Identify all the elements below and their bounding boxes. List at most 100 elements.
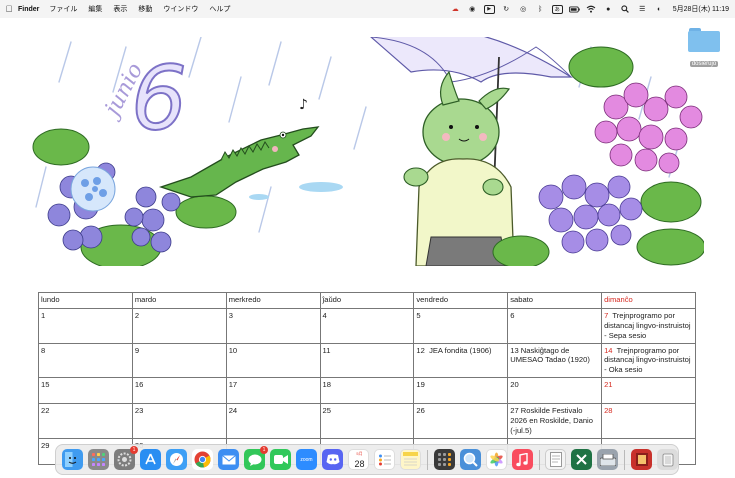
day-cell: 11 [319,342,415,379]
day-cell: 8 [38,342,133,379]
day-cell: 6 [507,308,603,344]
safari-icon[interactable] [166,449,187,470]
day-cell: 24 [225,403,321,439]
day-number: 10 [228,345,238,355]
day-cell: 10 [225,342,321,379]
battery-icon[interactable] [568,5,580,14]
day-number: 24 [228,406,238,416]
textedit-icon[interactable] [545,449,567,470]
calendar-icon-month: 5月 [356,451,363,456]
day-number: 29 [41,440,50,450]
calendar-icon[interactable]: 5月 28 [348,449,369,470]
day-cell: 13 Naskiĝtago de UMESAO Tadao (1920) [507,342,603,379]
day-number: 15 [41,380,50,390]
mail-icon[interactable] [218,449,239,470]
day-number: 14 [604,345,613,355]
menu-go[interactable]: 移動 [138,4,152,14]
system-settings-icon[interactable]: 1 [114,446,138,470]
day-cell: 27 Roskilde Festivalo 2026 en Roskilde, … [507,403,603,439]
calendar-event: JEA fondita (1906) [429,345,492,355]
menu-file[interactable]: ファイル [49,4,77,14]
eye-icon[interactable]: ◉ [467,5,478,14]
photo-booth-icon[interactable] [631,449,653,470]
status-menus: ☁ ◉ ▶ ↻ ◎ ᛒ あ ● ☰ ◐ 5月28日(木) 11:19 [450,0,729,18]
time-machine-icon[interactable]: ↻ [501,5,512,14]
month-calendar: lundo mardo merkredo ĵaŭdo vendredo saba… [38,292,696,465]
discord-icon[interactable] [322,449,343,470]
calendar-header-row: lundo mardo merkredo ĵaŭdo vendredo saba… [38,292,696,309]
messages-icon[interactable]: 1 [244,446,268,470]
wallpaper-illustration: junio 6 ♪ [31,37,704,266]
calendar-icon-day: 28 [354,459,365,469]
photos-icon[interactable] [485,449,507,470]
header-thursday: ĵaŭdo [319,292,415,309]
calendar-week-row: 22 23 24 25 26 27 Roskilde Festivalo 202… [38,403,696,439]
day-number: 7 [604,311,609,320]
calendar-event: Roskilde Festivalo 2026 en Roskilde, Dan… [510,406,593,435]
day-cell: 5 [413,308,509,344]
header-tuesday: mardo [131,292,227,309]
day-number: 9 [134,345,140,355]
creative-cloud-icon[interactable]: ☁ [450,5,461,14]
app-store-icon[interactable] [140,449,161,470]
finder-icon[interactable] [62,449,83,470]
header-friday: vendredo [413,292,509,309]
app-menu-finder[interactable]: Finder [18,6,39,13]
facetime-icon[interactable] [270,449,291,470]
excel-icon[interactable] [571,449,593,470]
day-cell: 7 Trejnprogramo por distancaj lingvo-ins… [601,308,696,344]
header-wednesday: merkredo [225,292,321,309]
input-method-icon[interactable]: あ [551,4,563,14]
day-cell: 17 [225,377,321,405]
day-number: 3 [228,311,233,320]
zoom-icon[interactable]: zoom [296,449,317,470]
day-number: 4 [322,311,327,320]
menu-view[interactable]: 表示 [113,4,127,14]
day-cell: 4 [319,308,415,344]
wifi-icon[interactable] [586,5,597,14]
day-cell: 28 [601,403,696,439]
calendar-week-row: 8 9 10 11 12 JEA fondita (1906) 13 Naski… [38,342,696,379]
day-number: 1 [41,311,46,320]
dock-separator [427,449,428,470]
calendar-event: Trejnprogramo por distancaj lingvo-instr… [604,311,691,340]
day-number: 11 [322,345,331,355]
media-app-icon[interactable]: ▶ [483,4,495,14]
scanner-icon[interactable] [597,449,619,470]
chrome-icon[interactable] [192,449,213,470]
folder-icon [688,26,720,52]
music-icon[interactable] [511,449,533,470]
header-saturday: sabato [507,292,603,309]
day-number: 25 [322,406,331,416]
day-cell: 25 [319,403,415,439]
siri-icon[interactable]: ◐ [654,5,665,14]
calendar-event: Naskiĝtago de UMESAO Tadao (1920) [510,345,590,365]
launchpad-icon[interactable] [88,449,109,470]
dock-separator [624,449,626,470]
airdrop-icon[interactable]: ◎ [518,5,529,14]
calendar-week-row: 1 2 3 4 5 6 7 Trejnprogramo por distanca… [38,308,696,344]
music-note-icon: ♪ [299,97,308,113]
desktop-folder[interactable]: dosierujo [684,26,724,70]
menu-clock[interactable]: 5月28日(木) 11:19 [673,4,729,14]
notes-icon[interactable] [400,449,421,470]
menu-window[interactable]: ウインドウ [163,4,198,14]
user-icon[interactable]: ● [603,5,614,14]
trash-icon[interactable] [657,449,679,470]
preview-icon[interactable] [459,449,481,470]
search-icon[interactable] [620,5,631,14]
day-number: 6 [510,311,515,320]
day-number: 8 [41,345,46,355]
apple-menu-icon[interactable]:  [0,4,18,14]
dock: 1 1 zoom 5月 28 [55,444,679,475]
bluetooth-icon[interactable]: ᛒ [535,5,546,14]
folder-label: dosierujo [689,61,719,67]
menu-help[interactable]: ヘルプ [209,4,230,14]
day-cell: 22 [38,403,133,439]
reminders-icon[interactable] [374,449,395,470]
calculator-icon[interactable] [433,449,455,470]
menu-edit[interactable]: 編集 [88,4,102,14]
day-cell: 2 [131,308,227,344]
control-center-icon[interactable]: ☰ [637,5,648,14]
day-number: 23 [134,406,144,416]
